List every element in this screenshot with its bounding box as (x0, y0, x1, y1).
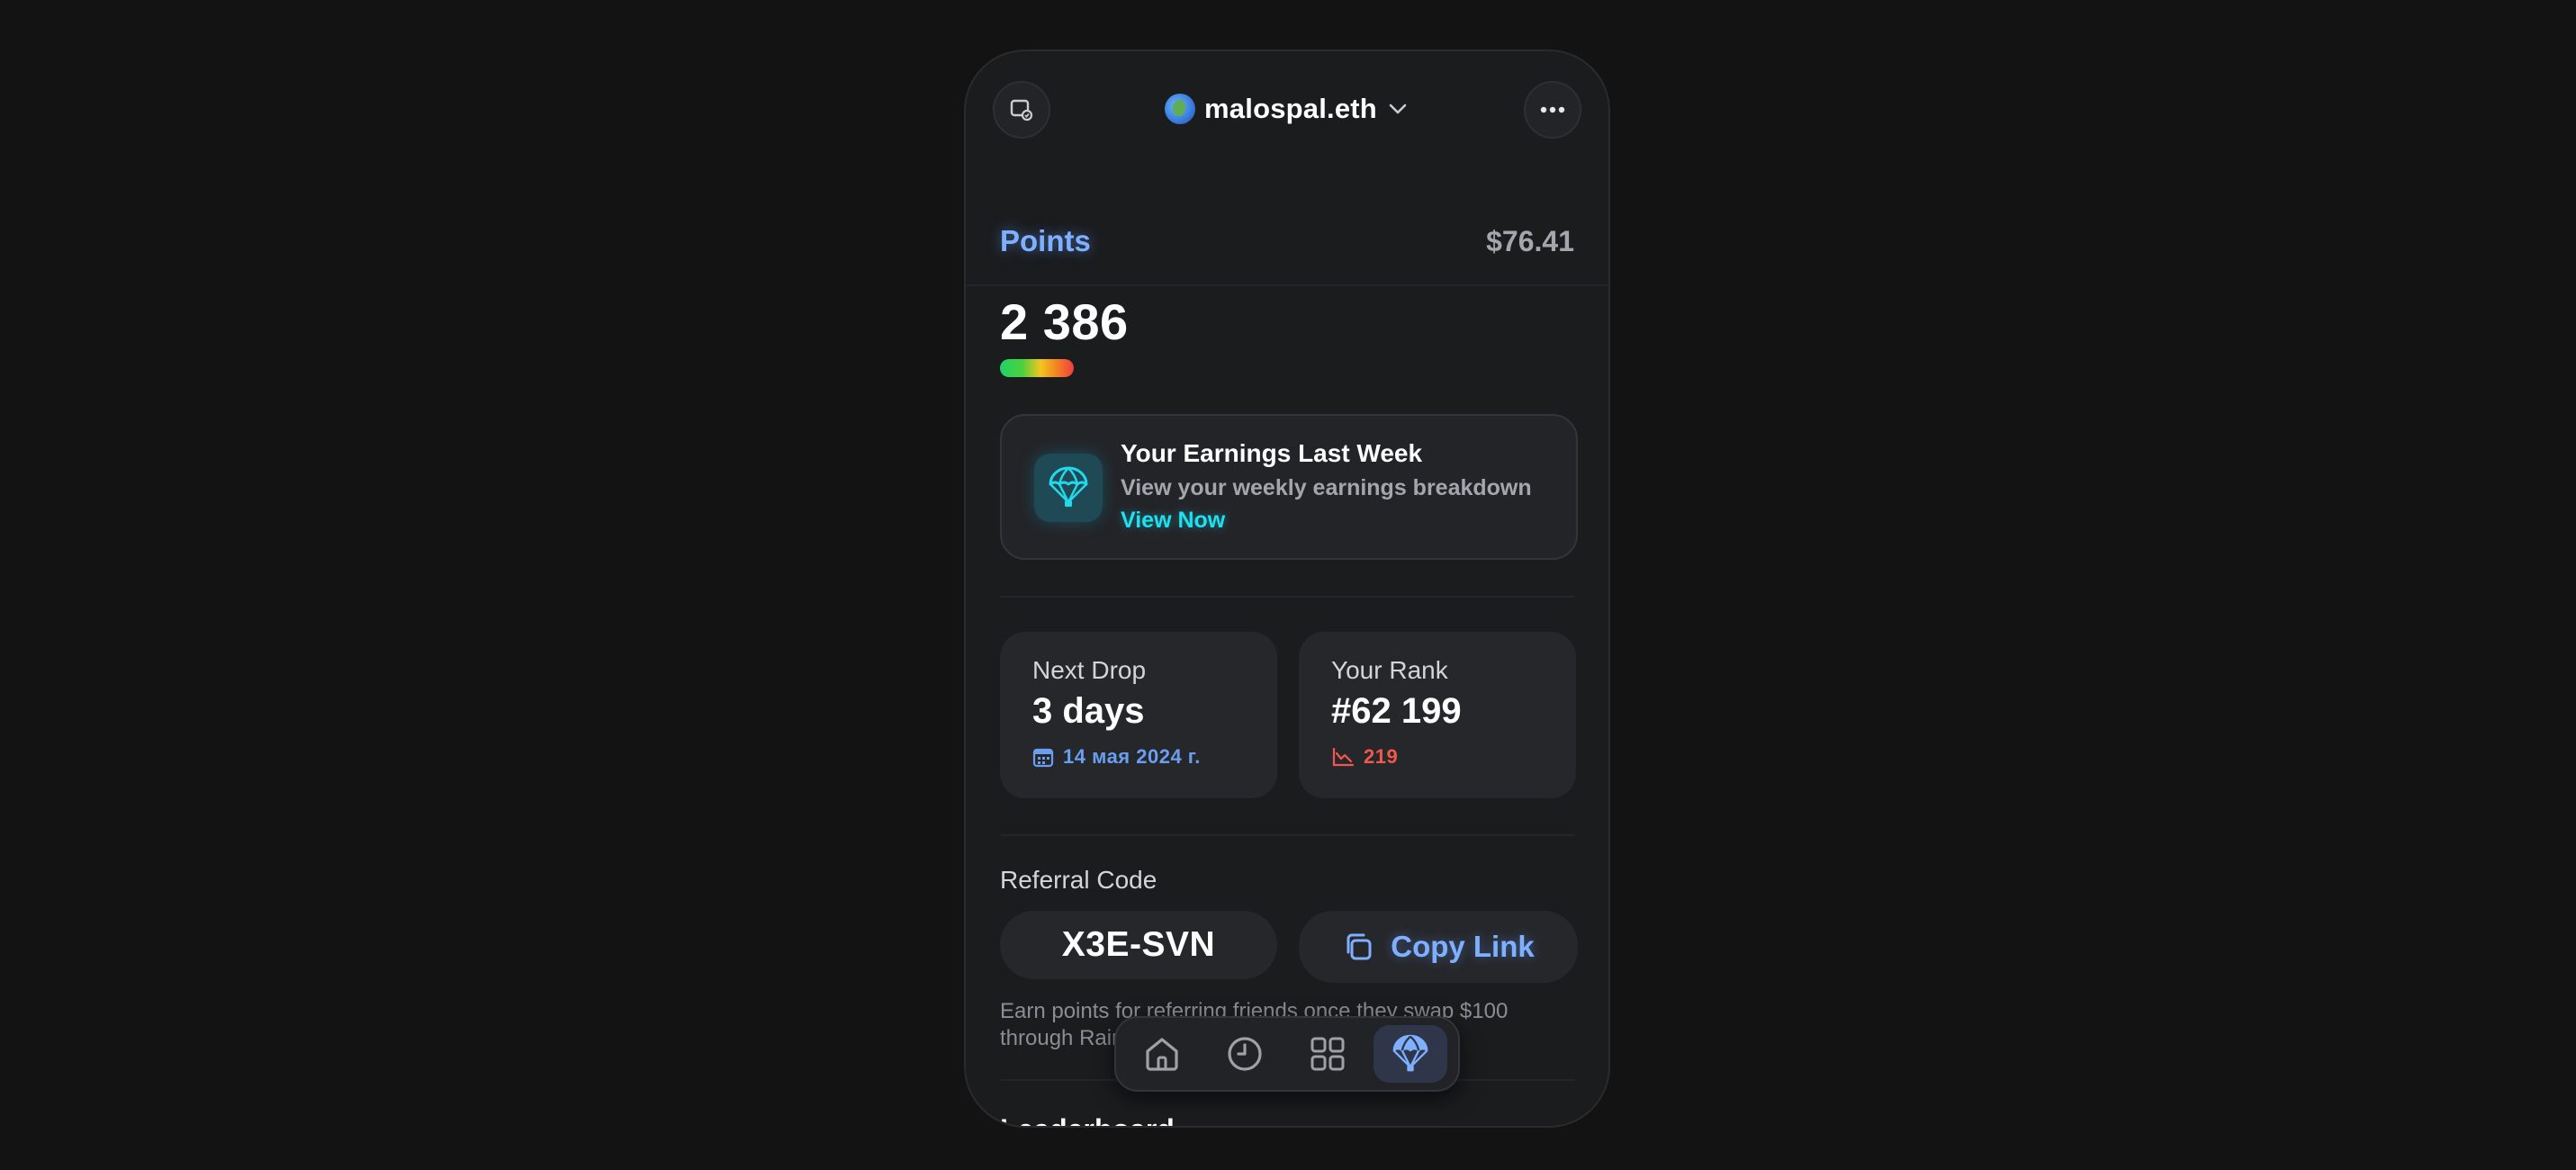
next-drop-value: 3 days (1032, 691, 1145, 731)
rank-card: Your Rank #62 199 219 (1299, 632, 1576, 798)
home-icon (1146, 1038, 1178, 1071)
page-title: Points (1000, 224, 1091, 257)
points-icon (1392, 1034, 1428, 1072)
earnings-card[interactable]: Your Earnings Last Week View your weekly… (1000, 414, 1578, 560)
account-name: malospal.eth (1204, 93, 1377, 124)
tab-bar (1114, 1016, 1460, 1092)
next-drop-date: 14 мая 2024 г. (1032, 745, 1201, 769)
tab-points[interactable] (1374, 1025, 1447, 1083)
next-drop-card: Next Drop 3 days 14 мая 2024 г. (1000, 632, 1277, 798)
rank-change: 219 (1331, 745, 1398, 769)
rank-change-text: 219 (1364, 745, 1399, 768)
rank-label: Your Rank (1331, 656, 1448, 684)
more-icon (1540, 106, 1565, 113)
trend-down-icon (1332, 747, 1355, 767)
tab-home[interactable] (1125, 1025, 1199, 1083)
more-button[interactable] (1524, 81, 1581, 139)
points-value: 2 386 (1000, 293, 1129, 350)
discover-icon (1311, 1037, 1345, 1071)
points-header: Points $76.41 (1000, 216, 1574, 266)
view-now-link[interactable]: View Now (1121, 508, 1225, 534)
leaderboard-title: Leaderboard (1000, 1113, 1175, 1126)
referral-code[interactable]: X3E-SVN (1000, 911, 1277, 979)
history-icon (1228, 1037, 1262, 1071)
top-bar: malospal.eth (966, 51, 1608, 186)
copy-icon (1347, 933, 1372, 960)
calendar-icon (1032, 748, 1054, 768)
parachute-icon (1034, 454, 1103, 522)
earnings-title: Your Earnings Last Week (1121, 439, 1423, 467)
tab-discover[interactable] (1291, 1025, 1365, 1083)
divider (1000, 596, 1574, 598)
account-selector[interactable]: malospal.eth (966, 87, 1608, 130)
earnings-subtitle: View your weekly earnings breakdown (1121, 475, 1532, 500)
copy-link-button[interactable]: Copy Link (1299, 911, 1578, 983)
next-drop-date-text: 14 мая 2024 г. (1063, 745, 1201, 768)
rainbow-bar (1000, 359, 1074, 377)
rank-value: #62 199 (1331, 691, 1462, 731)
phone-frame: malospal.eth Points $76.41 2 386 Your Ea… (964, 50, 1610, 1128)
wallet-balance: $76.41 (1486, 224, 1574, 257)
divider (1000, 834, 1574, 836)
divider (966, 284, 1608, 286)
copy-link-label: Copy Link (1391, 930, 1535, 963)
avatar (1165, 94, 1196, 124)
chevron-down-icon (1389, 104, 1407, 114)
next-drop-label: Next Drop (1032, 656, 1147, 684)
referral-label: Referral Code (1000, 866, 1157, 894)
tab-history[interactable] (1208, 1025, 1282, 1083)
